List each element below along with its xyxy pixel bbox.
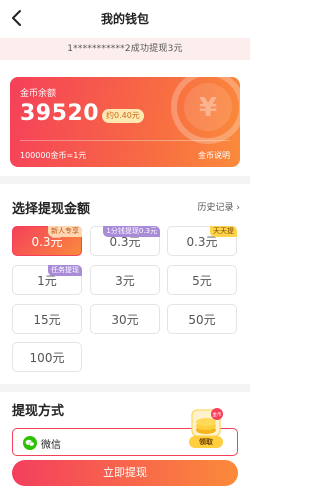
amount-option[interactable]: 100元 bbox=[12, 342, 82, 372]
amount-option-badge: 1分钱提现0.3元 bbox=[103, 226, 160, 237]
balance-amount: 39520 bbox=[20, 101, 100, 126]
exchange-rate: 100000金币=1元 bbox=[20, 151, 87, 160]
nav-header: 我的钱包 bbox=[0, 0, 250, 36]
wechat-icon bbox=[23, 436, 37, 450]
amount-option-label: 3元 bbox=[115, 274, 135, 288]
card-divider bbox=[20, 140, 230, 141]
balance-label: 金币余额 bbox=[20, 89, 57, 99]
withdraw-notice-banner: 1***********2成功提现3元 bbox=[0, 38, 250, 60]
amount-option-label: 0.3元 bbox=[31, 235, 63, 249]
amount-option[interactable]: 1元 任务提现 bbox=[12, 265, 82, 295]
section-divider bbox=[0, 384, 250, 392]
amount-option-badge: 任务提现 bbox=[48, 265, 82, 276]
amount-option-label: 50元 bbox=[188, 313, 216, 327]
amount-option[interactable]: 5元 bbox=[167, 265, 237, 295]
balance-approx-badge: 约0.40元 bbox=[102, 109, 144, 123]
amount-option[interactable]: 0.3元 1分钱提现0.3元 bbox=[90, 226, 160, 256]
section-divider bbox=[0, 176, 250, 184]
amount-option[interactable]: 15元 bbox=[12, 304, 82, 334]
history-link[interactable]: 历史记录 › bbox=[198, 200, 240, 213]
withdraw-amount-title: 选择提现金额 bbox=[12, 202, 91, 217]
amount-option-label: 0.3元 bbox=[186, 235, 218, 249]
coin-explain-link[interactable]: 金币说明 bbox=[198, 150, 230, 161]
amount-option-label: 1元 bbox=[37, 274, 57, 288]
amount-option-label: 0.3元 bbox=[109, 235, 141, 249]
amount-option[interactable]: 50元 bbox=[167, 304, 237, 334]
amount-option-label: 100元 bbox=[29, 351, 65, 365]
amount-option-label: 15元 bbox=[33, 313, 61, 327]
yen-coin-icon: ¥ bbox=[171, 77, 240, 144]
svg-text:金币: 金币 bbox=[213, 411, 222, 418]
claim-button[interactable]: 领取 bbox=[189, 436, 223, 448]
svg-text:¥: ¥ bbox=[199, 93, 217, 123]
method-name: 微信 bbox=[41, 440, 61, 451]
amount-option[interactable]: 30元 bbox=[90, 304, 160, 334]
page-title: 我的钱包 bbox=[100, 12, 149, 26]
amount-option-label: 5元 bbox=[192, 274, 212, 288]
balance-card: ¥ 金币余额 39520 约0.40元 100000金币=1元 金币说明 bbox=[10, 77, 240, 167]
amount-option[interactable]: 0.3元 天天提 bbox=[167, 226, 237, 256]
withdraw-submit-button[interactable]: 立即提现 bbox=[12, 460, 238, 486]
amount-option-badge: 天天提 bbox=[210, 226, 237, 237]
withdraw-method-title: 提现方式 bbox=[12, 404, 65, 419]
amount-option-badge: 新人专享 bbox=[48, 226, 82, 237]
amount-option-label: 30元 bbox=[111, 313, 139, 327]
claim-float-widget[interactable]: 金币 领取 bbox=[186, 408, 226, 448]
amount-option[interactable]: 0.3元 新人专享 bbox=[12, 226, 82, 256]
amount-option[interactable]: 3元 bbox=[90, 265, 160, 295]
